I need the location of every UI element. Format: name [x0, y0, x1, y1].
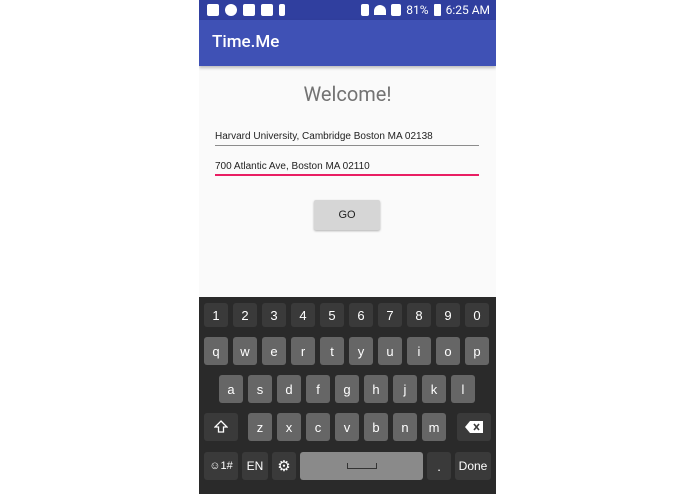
shift-icon — [214, 420, 228, 433]
key-q[interactable]: q — [204, 337, 228, 365]
key-h[interactable]: h — [364, 375, 388, 403]
key-r[interactable]: r — [291, 337, 315, 365]
origin-address-input[interactable] — [215, 122, 479, 146]
key-7[interactable]: 7 — [378, 303, 402, 327]
done-key[interactable]: Done — [455, 452, 491, 480]
space-key[interactable] — [300, 452, 423, 480]
soft-keyboard: 1 2 3 4 5 6 7 8 9 0 q w e r t y u i o p … — [199, 297, 496, 494]
key-9[interactable]: 9 — [436, 303, 460, 327]
key-d[interactable]: d — [277, 375, 301, 403]
key-a[interactable]: a — [219, 375, 243, 403]
key-2[interactable]: 2 — [233, 303, 257, 327]
usb-icon — [279, 4, 285, 16]
key-k[interactable]: k — [422, 375, 446, 403]
key-4[interactable]: 4 — [291, 303, 315, 327]
key-z[interactable]: z — [248, 413, 272, 441]
shift-key[interactable] — [204, 413, 238, 441]
space-bar-icon — [346, 463, 377, 469]
battery-percent: 81% — [406, 3, 429, 17]
period-key[interactable]: . — [427, 452, 451, 480]
go-button[interactable]: GO — [314, 200, 380, 230]
key-u[interactable]: u — [378, 337, 402, 365]
key-b[interactable]: b — [364, 413, 388, 441]
key-w[interactable]: w — [233, 337, 257, 365]
key-t[interactable]: t — [320, 337, 344, 365]
key-i[interactable]: i — [407, 337, 431, 365]
key-j[interactable]: j — [393, 375, 417, 403]
key-g[interactable]: g — [335, 375, 359, 403]
battery-icon — [433, 4, 441, 16]
signal-icon — [391, 4, 402, 16]
system-icons: 81% 6:25 AM — [361, 2, 490, 18]
key-1[interactable]: 1 — [204, 303, 228, 327]
android-icon — [261, 4, 273, 16]
welcome-heading: Welcome! — [303, 82, 392, 106]
key-6[interactable]: 6 — [349, 303, 373, 327]
key-y[interactable]: y — [349, 337, 373, 365]
settings-key[interactable]: ⚙ — [272, 452, 296, 480]
key-x[interactable]: x — [277, 413, 301, 441]
notification-icons — [207, 2, 285, 18]
backspace-key[interactable] — [457, 413, 491, 441]
key-5[interactable]: 5 — [320, 303, 344, 327]
key-f[interactable]: f — [306, 375, 330, 403]
language-key[interactable]: EN — [242, 452, 268, 480]
key-c[interactable]: c — [306, 413, 330, 441]
clock: 6:25 AM — [445, 3, 490, 17]
vibrate-icon — [361, 4, 370, 16]
app-title: Time.Me — [212, 32, 280, 52]
app-bar: Time.Me — [199, 20, 496, 66]
wifi-icon — [374, 5, 387, 15]
gear-icon: ⚙ — [277, 457, 291, 475]
key-e[interactable]: e — [262, 337, 286, 365]
key-3[interactable]: 3 — [262, 303, 286, 327]
key-s[interactable]: s — [248, 375, 272, 403]
status-bar: 81% 6:25 AM — [199, 0, 496, 20]
symbols-key[interactable]: ☺1# — [204, 452, 238, 480]
destination-address-input[interactable] — [215, 152, 479, 176]
key-m[interactable]: m — [422, 413, 446, 441]
key-n[interactable]: n — [393, 413, 417, 441]
key-l[interactable]: l — [451, 375, 475, 403]
key-p[interactable]: p — [465, 337, 489, 365]
key-v[interactable]: v — [335, 413, 359, 441]
keyboard-icon — [207, 4, 219, 16]
phone-screen: 81% 6:25 AM Time.Me Welcome! GO 1 2 3 4 … — [199, 0, 496, 494]
book-icon — [243, 4, 255, 16]
key-o[interactable]: o — [436, 337, 460, 365]
key-8[interactable]: 8 — [407, 303, 431, 327]
key-0[interactable]: 0 — [465, 303, 489, 327]
whatsapp-icon — [225, 4, 237, 16]
backspace-icon — [465, 421, 483, 433]
